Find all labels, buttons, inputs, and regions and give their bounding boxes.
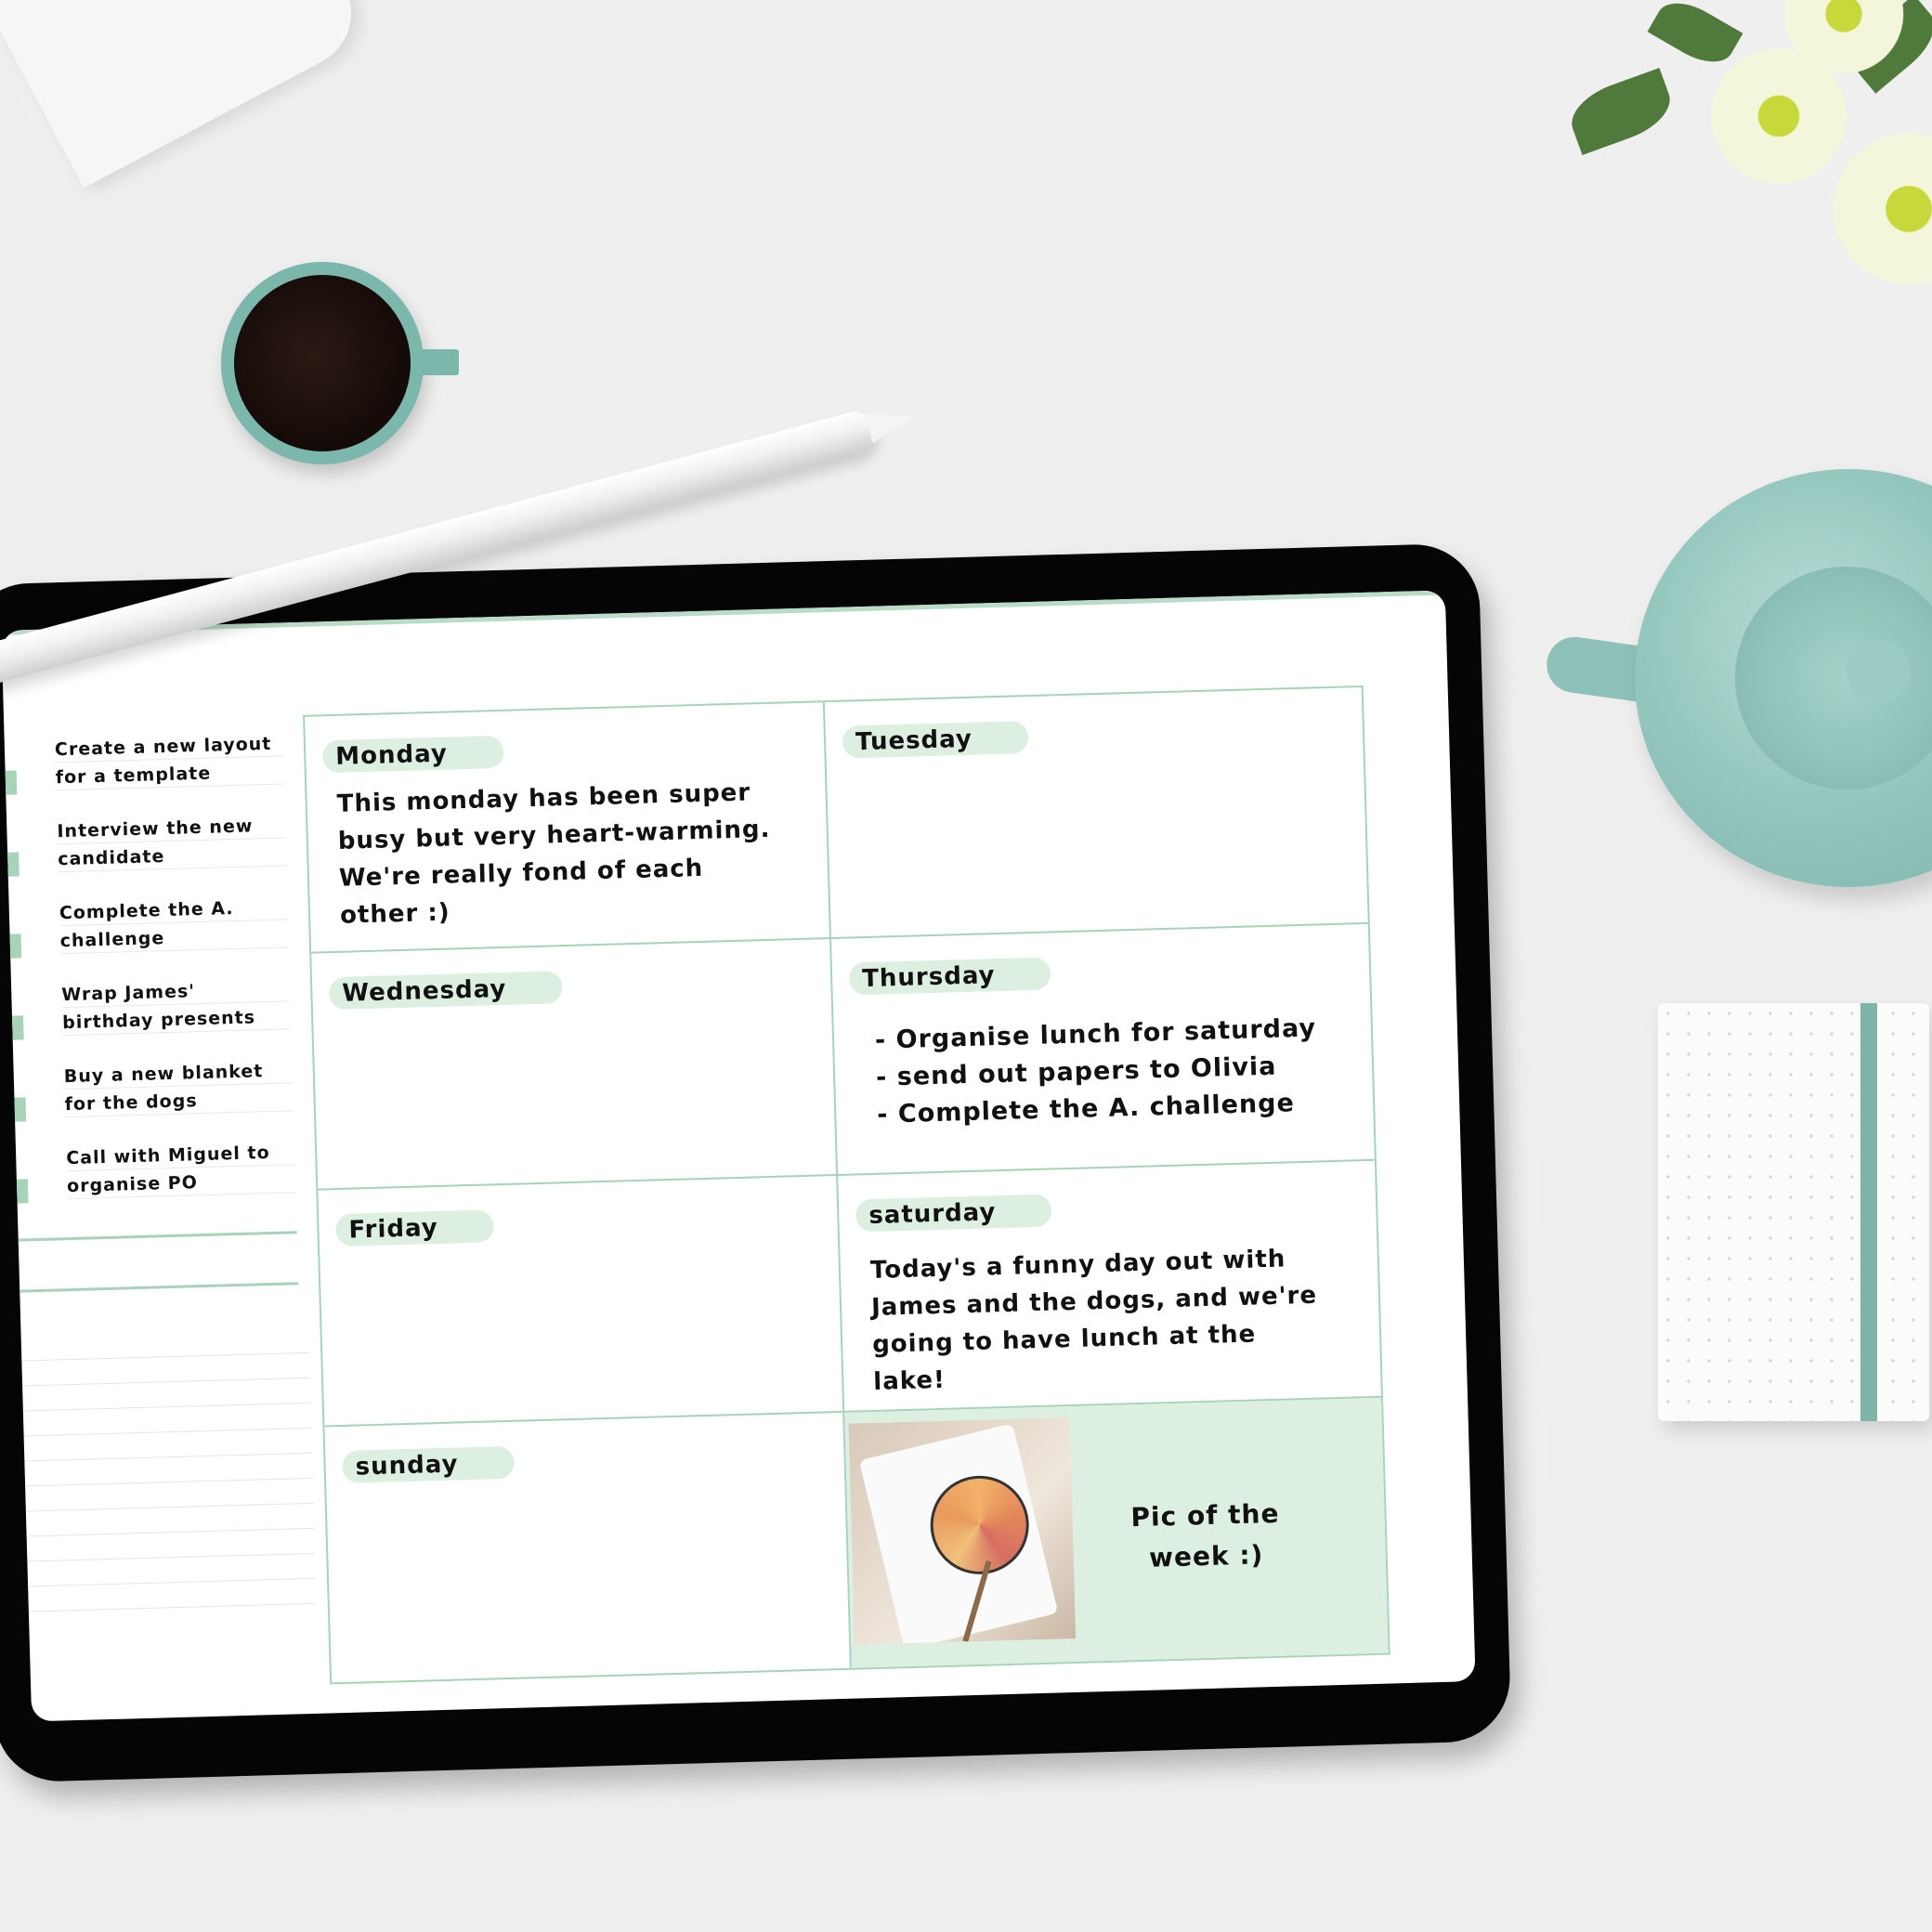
notes-divider bbox=[18, 1231, 297, 1242]
task-list: Create a new layout for a template Inter… bbox=[4, 720, 296, 1227]
day-cell-saturday[interactable]: saturday Today's a funny day out with Ja… bbox=[838, 1160, 1382, 1413]
task-checkbox[interactable] bbox=[14, 1097, 27, 1122]
task-item[interactable]: Create a new layout for a template bbox=[5, 729, 285, 818]
task-checkbox[interactable] bbox=[11, 1015, 24, 1040]
stylus-tip bbox=[865, 402, 918, 443]
day-label: Wednesday bbox=[328, 971, 563, 1011]
day-note: This monday has been super busy but very… bbox=[336, 778, 771, 930]
tablet-device: Create a new layout for a template Inter… bbox=[0, 542, 1512, 1783]
task-text: Complete the A. challenge bbox=[59, 893, 290, 956]
notes-area[interactable] bbox=[20, 1327, 317, 1612]
flowers-decoration bbox=[1542, 0, 1932, 334]
planner-screen: Create a new layout for a template Inter… bbox=[1, 590, 1476, 1722]
teapot-knob bbox=[1847, 639, 1910, 702]
day-label: Tuesday bbox=[842, 721, 1029, 759]
task-item[interactable]: Wrap James' birthday presents bbox=[11, 974, 292, 1064]
laptop-corner bbox=[0, 0, 372, 189]
pic-of-week-cell[interactable]: Pic of the week :) bbox=[844, 1397, 1389, 1668]
day-cell-friday[interactable]: Friday bbox=[318, 1175, 845, 1428]
task-item[interactable]: Complete the A. challenge bbox=[9, 893, 290, 982]
coffee-cup bbox=[221, 262, 424, 464]
task-checkbox[interactable] bbox=[16, 1179, 29, 1204]
task-checkbox[interactable] bbox=[7, 852, 20, 877]
task-text: Wrap James' birthday presents bbox=[60, 974, 292, 1038]
pic-of-week-image[interactable] bbox=[848, 1417, 1077, 1645]
task-text: Create a new layout for a template bbox=[54, 729, 285, 792]
day-label: Monday bbox=[321, 735, 504, 774]
task-text: Interview the new candidate bbox=[57, 811, 287, 874]
dotted-notebook bbox=[1658, 1003, 1929, 1421]
day-cell-monday[interactable]: Monday This monday has been super busy b… bbox=[305, 702, 832, 954]
day-cell-wednesday[interactable]: Wednesday bbox=[311, 939, 839, 1191]
task-item[interactable]: Interview the new candidate bbox=[7, 811, 287, 900]
task-text: Buy a new blanket for the dogs bbox=[63, 1056, 294, 1119]
week-grid: Monday This monday has been super busy b… bbox=[303, 685, 1390, 1685]
day-note: Today's a funny day out with James and t… bbox=[869, 1245, 1318, 1396]
task-item[interactable]: Buy a new blanket for the dogs bbox=[13, 1056, 294, 1145]
day-checklist: - Organise lunch for saturday - send out… bbox=[875, 1009, 1374, 1134]
task-item[interactable]: Call with Miguel to organise PO bbox=[16, 1138, 296, 1227]
day-label: Thursday bbox=[848, 957, 1051, 996]
notes-divider bbox=[20, 1282, 299, 1293]
task-checkbox[interactable] bbox=[5, 770, 18, 795]
day-label: saturday bbox=[855, 1194, 1052, 1233]
day-cell-tuesday[interactable]: Tuesday bbox=[824, 687, 1368, 940]
day-cell-sunday[interactable]: sunday bbox=[324, 1412, 852, 1683]
day-label: sunday bbox=[342, 1445, 515, 1483]
pic-of-week-label: Pic of the week :) bbox=[1130, 1497, 1280, 1573]
coffee-cup-handle bbox=[416, 349, 459, 375]
day-label: Friday bbox=[335, 1209, 495, 1247]
day-cell-thursday[interactable]: Thursday - Organise lunch for saturday -… bbox=[831, 923, 1375, 1176]
notebook-elastic-band bbox=[1860, 1003, 1877, 1421]
task-checkbox[interactable] bbox=[9, 933, 22, 959]
task-text: Call with Miguel to organise PO bbox=[65, 1138, 296, 1201]
